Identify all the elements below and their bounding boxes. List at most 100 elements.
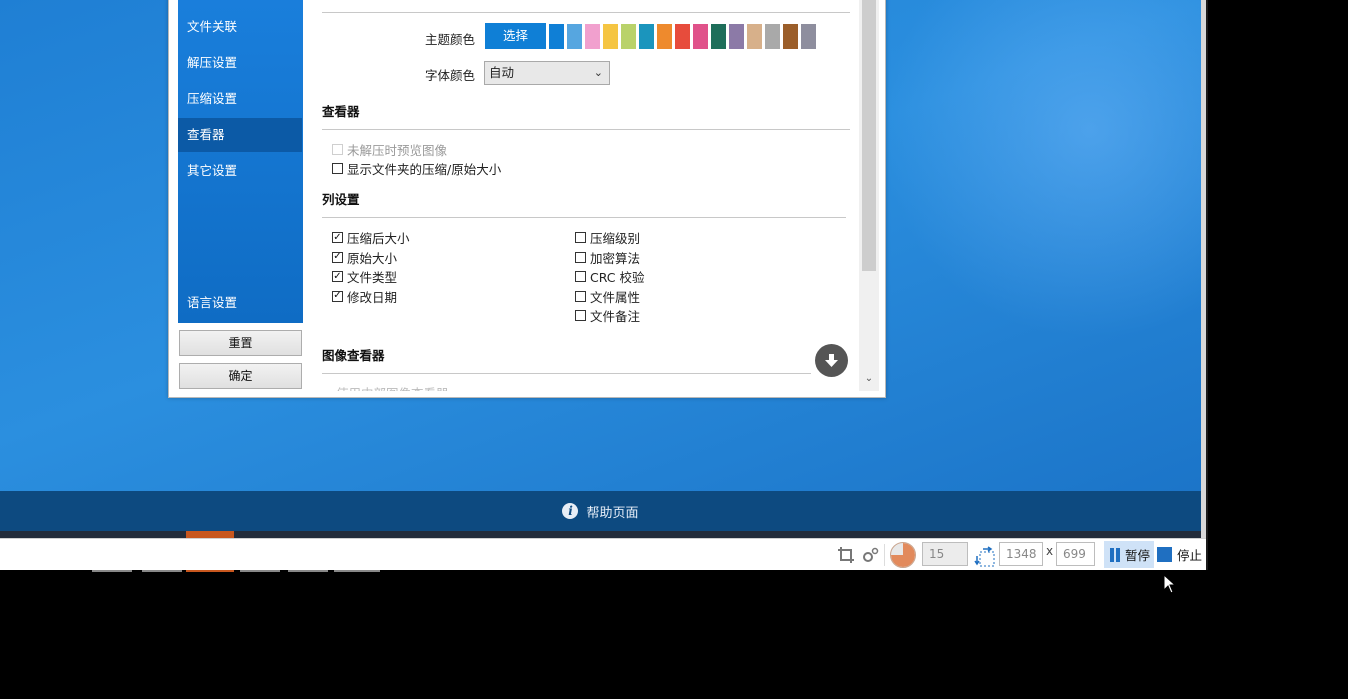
color-swatch[interactable] [765, 24, 780, 49]
taskbar-strip [0, 531, 1201, 538]
checkbox-label: 加密算法 [590, 250, 641, 266]
taskbar-tab [240, 570, 280, 572]
times-label: x [1046, 544, 1054, 558]
sidebar-item-file-association[interactable]: 文件关联 [178, 10, 302, 44]
checkbox-label: 原始大小 [347, 250, 398, 266]
resize-icon[interactable] [974, 546, 995, 567]
color-swatch[interactable] [675, 24, 690, 49]
color-swatch[interactable] [747, 24, 762, 49]
sidebar-item-compress-settings[interactable]: 压缩设置 [178, 82, 302, 116]
mouse-cursor-icon [1163, 573, 1177, 597]
color-swatch[interactable] [567, 24, 582, 49]
help-label: 帮助页面 [586, 505, 639, 521]
checkbox-label: CRC 校验 [590, 270, 645, 285]
chevron-down-icon: ⌄ [593, 66, 603, 79]
settings-sidebar: 文件关联 解压设置 压缩设置 查看器 其它设置 语言设置 [178, 0, 303, 323]
help-bar[interactable]: i 帮助页面 [0, 491, 1201, 531]
divider [322, 12, 850, 13]
arrow-down-icon [825, 354, 838, 367]
pause-button[interactable]: 暂停 [1104, 541, 1154, 568]
taskbar-tab [92, 570, 132, 572]
show-folder-size-checkbox[interactable]: 显示文件夹的压缩/原始大小 [332, 159, 501, 178]
height-field[interactable]: 699 [1056, 542, 1095, 566]
color-swatch[interactable] [657, 24, 672, 49]
color-swatch[interactable] [693, 24, 708, 49]
column-checkbox[interactable]: ✓ 原始大小 [332, 248, 397, 267]
sidebar-item-extract-settings[interactable]: 解压设置 [178, 46, 302, 80]
checkbox-box [575, 290, 586, 302]
color-swatch[interactable] [585, 24, 600, 49]
column-checkbox[interactable]: CRC 校验 [575, 267, 645, 286]
divider [322, 129, 850, 130]
color-swatch[interactable] [783, 24, 798, 49]
column-checkbox[interactable]: ✓ 压缩后大小 [332, 228, 410, 247]
color-swatch[interactable] [711, 24, 726, 49]
font-color-label: 字体颜色 [424, 68, 475, 83]
preview-unextracted-checkbox[interactable]: 未解压时预览图像 [332, 140, 447, 159]
settings-dialog: 文件关联 解压设置 压缩设置 查看器 其它设置 语言设置 重置 确定 主题颜色 … [168, 0, 886, 398]
theme-color-label: 主题颜色 [424, 32, 475, 47]
scroll-down-circle-button[interactable] [815, 344, 848, 377]
gear-icon[interactable] [861, 546, 879, 564]
checkbox-box [332, 144, 343, 155]
color-swatch[interactable] [549, 24, 564, 49]
fps-field[interactable]: 15 [922, 542, 968, 566]
column-checkbox[interactable]: ✓ 修改日期 [332, 287, 397, 306]
toolbar-separator [884, 544, 885, 566]
color-swatch[interactable] [639, 24, 654, 49]
color-swatch[interactable] [729, 24, 744, 49]
info-icon: i [562, 503, 579, 519]
pause-icon [1110, 547, 1120, 562]
crop-icon[interactable] [837, 546, 855, 564]
vertical-scrollbar[interactable]: ⌄ [859, 0, 879, 391]
scrollbar-thumb[interactable] [862, 0, 876, 271]
color-swatch[interactable] [801, 24, 816, 49]
image-viewer-section-title: 图像查看器 [322, 348, 385, 363]
taskbar-tile [186, 531, 234, 538]
checkbox-label: 未解压时预览图像 [347, 143, 448, 158]
checkbox-label: 文件备注 [590, 309, 641, 324]
column-checkbox[interactable]: 文件属性 [575, 287, 640, 306]
scroll-down-arrow-icon[interactable]: ⌄ [859, 369, 879, 389]
font-color-select[interactable]: 自动 ⌄ [484, 61, 610, 85]
column-checkbox[interactable]: 文件备注 [575, 306, 640, 325]
columns-section-title: 列设置 [322, 192, 360, 207]
ok-button[interactable]: 确定 [179, 363, 302, 389]
internal-viewer-option[interactable]: 使用内部图像查看器 [336, 383, 449, 391]
pause-label: 暂停 [1125, 548, 1151, 563]
stop-icon [1157, 547, 1172, 562]
column-checkbox[interactable]: ✓ 文件类型 [332, 267, 397, 286]
checkbox-label: 压缩级别 [590, 231, 641, 246]
settings-content: 主题颜色 选择 字体颜色 自动 ⌄ 查看器 未解压时预览图像 显示文件夹的压缩/… [313, 0, 859, 391]
checkbox-label: 压缩后大小 [347, 231, 410, 246]
sidebar-item-viewer[interactable]: 查看器 [178, 118, 302, 152]
taskbar-tab [334, 570, 380, 572]
checkmark-icon: ✓ [332, 270, 343, 282]
column-checkbox[interactable]: 加密算法 [575, 248, 640, 267]
reset-button[interactable]: 重置 [179, 330, 302, 356]
capture-toolbar: 15 1348 x 699 暂停 停止 [0, 538, 1206, 570]
sidebar-item-language-settings[interactable]: 语言设置 [178, 286, 302, 320]
checkbox-box [575, 271, 586, 282]
recording-timer-icon[interactable] [890, 542, 916, 568]
color-swatch[interactable] [603, 24, 618, 49]
taskbar-tab [186, 570, 234, 572]
column-checkbox[interactable]: 压缩级别 [575, 228, 640, 247]
checkbox-label: 显示文件夹的压缩/原始大小 [347, 162, 502, 177]
checkbox-label: 文件属性 [590, 289, 641, 305]
checkbox-box [575, 310, 586, 321]
checkmark-icon: ✓ [332, 290, 343, 302]
sidebar-item-other-settings[interactable]: 其它设置 [178, 154, 302, 188]
checkbox-box [332, 163, 343, 174]
font-color-value: 自动 [489, 65, 515, 80]
stop-button[interactable]: 停止 [1155, 541, 1205, 568]
checkbox-box [575, 251, 586, 263]
taskbar-tab [288, 570, 328, 572]
checkmark-icon: ✓ [332, 251, 343, 263]
width-field[interactable]: 1348 [999, 542, 1043, 566]
color-swatch[interactable] [621, 24, 636, 49]
divider [322, 373, 811, 374]
window-border [1206, 0, 1208, 570]
choose-color-button[interactable]: 选择 [485, 23, 546, 49]
stop-label: 停止 [1177, 548, 1203, 563]
